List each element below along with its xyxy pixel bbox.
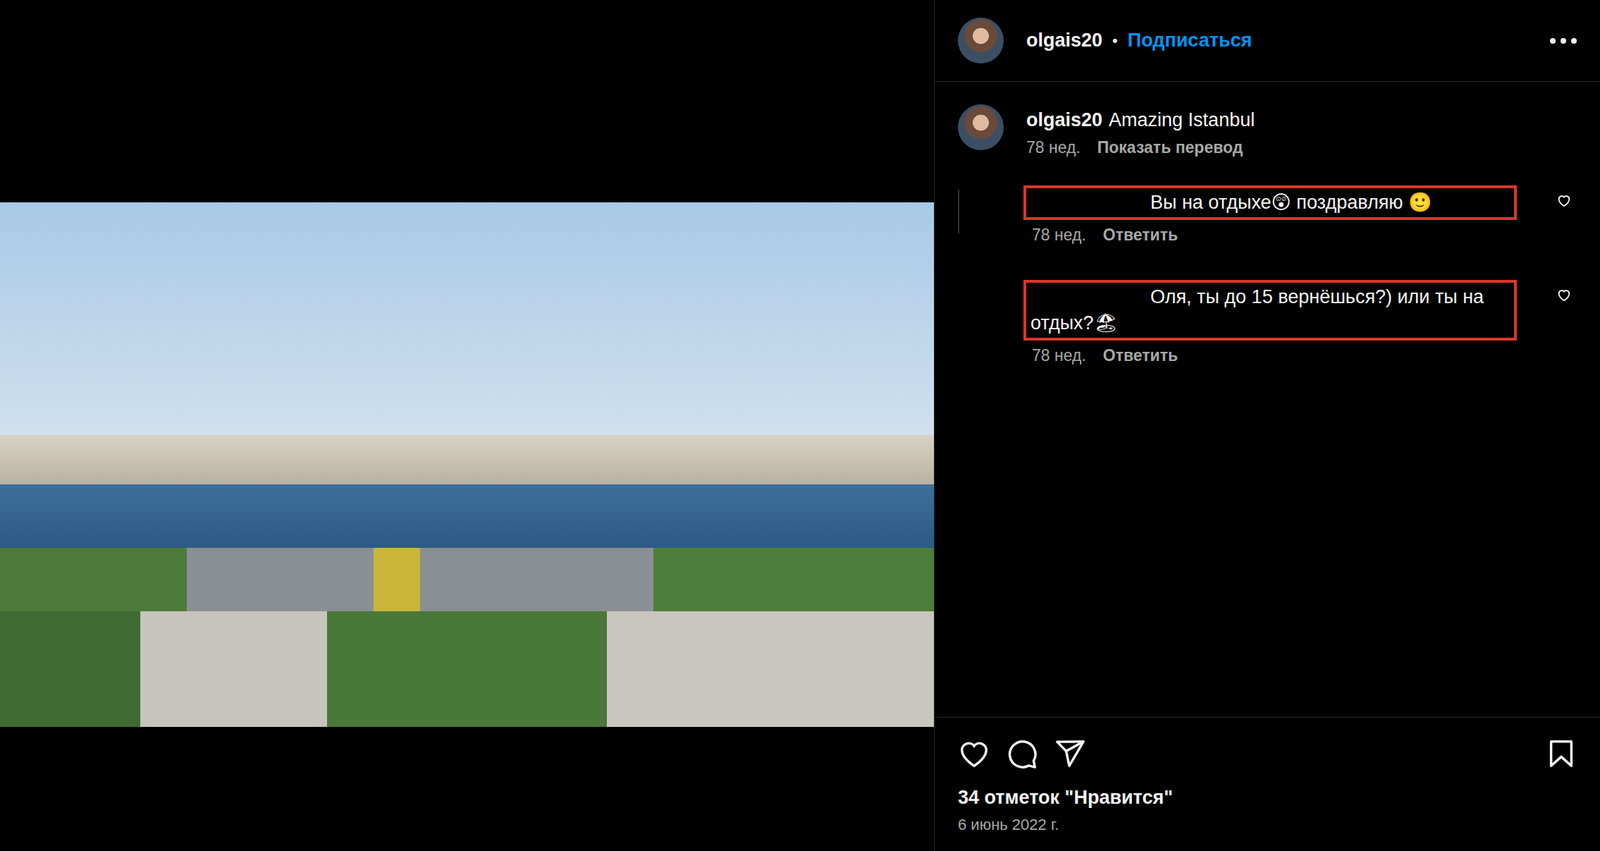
- comment-thread: Вы на отдыхе😲 поздравляю 🙂 78 нед. Ответит…: [957, 185, 1572, 366]
- post-date: 6 июнь 2022 г.: [957, 815, 1578, 834]
- post-viewer: olgais20•Подписатьсяolgais20Amazing Ista…: [0, 0, 1600, 851]
- like-heart-icon[interactable]: [1556, 286, 1572, 303]
- follow-button[interactable]: Подписаться: [1127, 29, 1253, 52]
- post-photo[interactable]: [0, 202, 934, 727]
- reply-link[interactable]: Ответить: [1103, 346, 1178, 366]
- comment: Вы на отдыхе😲 поздравляю 🙂78 нед.Ответит…: [1031, 185, 1572, 245]
- reply-link[interactable]: Ответить: [1103, 225, 1178, 245]
- comment-time: 78 нед.: [1031, 225, 1087, 245]
- comment: Оля, ты до 15 вернёшься?) или ты на отды…: [1031, 279, 1572, 366]
- send-icon[interactable]: [1053, 737, 1087, 770]
- separator: •: [1112, 31, 1118, 51]
- comment-text: Вы на отдыхе😲 поздравляю 🙂: [1023, 185, 1517, 220]
- caption: olgais20Amazing Istanbul 78 нед. Показать …: [957, 104, 1572, 158]
- media-area: [0, 0, 934, 851]
- comments-area: olgais20Amazing Istanbul 78 нед. Показать …: [934, 81, 1600, 717]
- username[interactable]: olgais20: [1026, 29, 1103, 52]
- like-heart-icon[interactable]: [1556, 192, 1572, 208]
- side-panel: olgais20•Подписатьсяolgais20Amazing Ista…: [933, 0, 1600, 851]
- post-footer: 34 отметок "Нравится" 6 июнь 2022 г.: [934, 716, 1600, 851]
- likes-count[interactable]: 34 отметок "Нравится": [957, 786, 1578, 809]
- caption-text: Amazing Istanbul: [1108, 109, 1255, 131]
- heart-icon[interactable]: [957, 737, 991, 770]
- caption-time: 78 нед.: [1026, 138, 1081, 158]
- bookmark-icon[interactable]: [1545, 737, 1578, 770]
- comment-text: Оля, ты до 15 вернёшься?) или ты на отды…: [1023, 279, 1517, 341]
- comment-time: 78 нед.: [1031, 346, 1087, 366]
- comment-icon[interactable]: [1005, 737, 1039, 770]
- avatar[interactable]: [957, 17, 1004, 64]
- thread-line: [957, 189, 960, 234]
- avatar[interactable]: [957, 104, 1004, 151]
- translate-link[interactable]: Показать перевод: [1097, 138, 1244, 158]
- caption-username[interactable]: olgais20: [1026, 109, 1103, 131]
- action-bar: [957, 737, 1578, 770]
- post-header: olgais20 • Подписаться: [934, 0, 1600, 82]
- more-icon[interactable]: [1549, 37, 1578, 45]
